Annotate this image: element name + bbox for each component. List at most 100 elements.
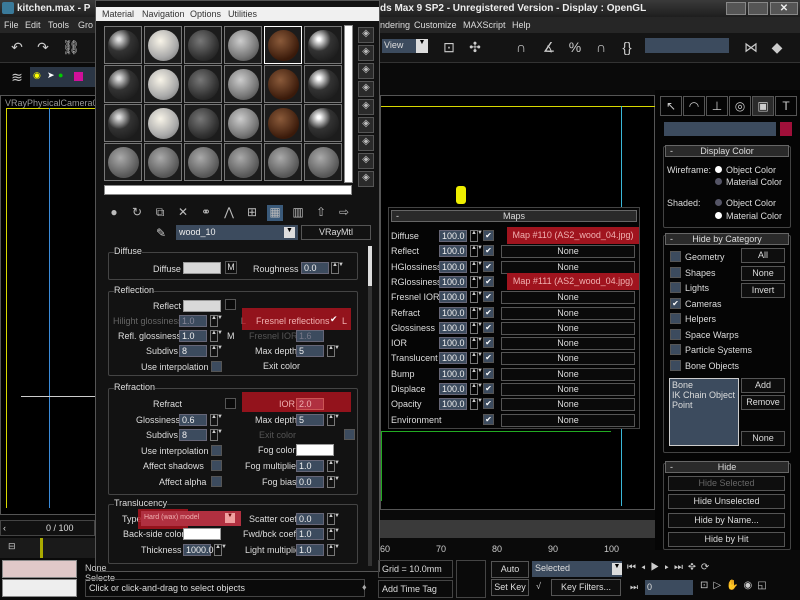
utilities-tab-icon[interactable]: T xyxy=(775,96,797,116)
spinner-arrows[interactable]: ▲▼ xyxy=(327,528,340,540)
chevron-down-icon[interactable]: ▼ xyxy=(284,227,295,238)
sample-slot[interactable] xyxy=(184,104,222,142)
invert-button[interactable]: Invert xyxy=(741,283,785,298)
key-filters-button[interactable]: Key Filters... xyxy=(551,579,621,596)
spinner-arrows[interactable]: ▲▼ xyxy=(470,275,483,288)
menu-rendering[interactable]: ndering xyxy=(380,20,410,30)
map-amount-spinner[interactable]: 100.0 xyxy=(439,337,467,350)
add-button[interactable]: Add xyxy=(741,378,785,393)
default-tangent-icon[interactable]: √ xyxy=(536,581,541,591)
track-bar[interactable] xyxy=(380,520,655,538)
refl-gloss-map-button[interactable]: M xyxy=(227,331,235,341)
chevron-down-icon[interactable]: ▼ xyxy=(416,39,428,53)
map-amount-spinner[interactable]: 100.0 xyxy=(439,245,467,258)
sample-slot[interactable] xyxy=(264,104,302,142)
spinner-arrows[interactable]: ▲▼ xyxy=(210,330,223,342)
sample-slot[interactable] xyxy=(224,143,262,181)
sample-slot[interactable] xyxy=(104,65,142,103)
play-icon[interactable]: ▶ xyxy=(651,562,665,573)
map-amount-spinner[interactable]: 100.0 xyxy=(439,230,467,242)
eyedropper-icon[interactable]: ✎ xyxy=(156,226,166,240)
sample-slot[interactable] xyxy=(224,65,262,103)
spinner-arrows[interactable]: ▲▼ xyxy=(470,306,483,319)
refl-gloss-spinner[interactable]: 1.0 xyxy=(179,330,207,342)
light-object[interactable] xyxy=(456,186,466,204)
map-enable-checkbox[interactable]: ✔ xyxy=(483,245,494,257)
light-multiplier-spinner[interactable]: 1.0 xyxy=(296,544,324,556)
refr-max-depth-spinner[interactable]: 5 xyxy=(296,414,324,426)
spinner-arrows[interactable]: ▲▼ xyxy=(470,383,483,395)
map-amount-spinner[interactable]: 100.0 xyxy=(439,398,467,411)
fog-color-swatch[interactable] xyxy=(296,444,334,456)
hide-unselected-button[interactable]: Hide Unselected xyxy=(668,494,785,509)
spinner-snap-icon[interactable]: ∩ xyxy=(592,39,610,57)
map-enable-checkbox[interactable]: ✔ xyxy=(483,275,494,287)
map-amount-spinner[interactable]: 100.0 xyxy=(439,291,467,304)
video-check-icon[interactable]: ◈ xyxy=(358,99,374,115)
map-amount-spinner[interactable]: 100.0 xyxy=(439,352,467,365)
refract-color-swatch[interactable] xyxy=(225,398,236,409)
spinner-arrows[interactable]: ▲▼ xyxy=(327,513,340,525)
chevron-left-icon[interactable]: ‹ xyxy=(3,523,6,533)
menu-tools[interactable]: Tools xyxy=(48,20,69,30)
hide-by-category-header[interactable]: - Hide by Category xyxy=(665,233,789,245)
spinner-arrows[interactable]: ▲▼ xyxy=(470,291,483,304)
link-icon[interactable]: ⛓ xyxy=(62,39,80,57)
spinner-arrows[interactable]: ▲▼ xyxy=(331,262,344,274)
sample-type-icon[interactable]: ◈ xyxy=(358,27,374,43)
microphone-icon[interactable]: ♦ xyxy=(362,582,367,592)
params-scrollbar[interactable] xyxy=(368,246,372,566)
map-slot-button[interactable]: None xyxy=(501,398,635,412)
scatter-coeff-spinner[interactable]: 0.0 xyxy=(296,513,324,525)
lock-selection-slot[interactable] xyxy=(456,560,486,598)
menu-navigation[interactable]: Navigation xyxy=(142,9,185,19)
sample-slot[interactable] xyxy=(304,104,342,142)
menu-options[interactable]: Options xyxy=(190,9,221,19)
none-button[interactable]: None xyxy=(741,266,785,281)
viewport-label[interactable]: VRayPhysicalCamera02 xyxy=(5,98,103,108)
spinner-arrows[interactable]: ▲▼ xyxy=(210,414,223,426)
all-button[interactable]: All xyxy=(741,248,785,263)
time-slider[interactable]: ‹ 0 / 100 xyxy=(0,520,95,536)
reflect-map-button[interactable] xyxy=(225,299,236,310)
prev-frame-icon[interactable]: ◂ xyxy=(641,562,651,573)
put-to-scene-icon[interactable]: ↻ xyxy=(129,205,145,221)
spinner-arrows[interactable]: ▲▼ xyxy=(327,414,340,426)
hilight-gloss-spinner[interactable]: 1.0 xyxy=(179,315,207,327)
options-icon[interactable]: ◈ xyxy=(358,135,374,151)
shaded-material-color-radio[interactable] xyxy=(715,212,722,219)
menu-file[interactable]: File xyxy=(4,20,19,30)
angle-snap-icon[interactable]: ∡ xyxy=(540,39,558,57)
sample-slot[interactable] xyxy=(264,65,302,103)
diffuse-color-swatch[interactable] xyxy=(183,262,221,274)
map-slot-button[interactable]: None xyxy=(501,413,635,427)
current-frame-field[interactable]: 0 xyxy=(645,580,693,595)
spinner-arrows[interactable]: ▲▼ xyxy=(210,345,223,357)
orbit-icon[interactable]: ⟳ xyxy=(701,562,714,573)
map-slot-button[interactable]: None xyxy=(501,306,635,320)
remove-button[interactable]: Remove xyxy=(741,395,785,410)
spinner-arrows[interactable]: ▲▼ xyxy=(470,245,483,258)
list-item[interactable]: Point xyxy=(672,400,736,410)
motion-tab-icon[interactable]: ◎ xyxy=(729,96,751,116)
map-slot-button[interactable]: None xyxy=(501,383,635,396)
material-type-button[interactable]: VRayMtl xyxy=(301,225,371,240)
sample-slot[interactable] xyxy=(184,143,222,181)
map-amount-spinner[interactable]: 100.0 xyxy=(439,260,467,273)
sample-slot[interactable] xyxy=(304,143,342,181)
modify-tab-icon[interactable]: ◠ xyxy=(683,96,705,116)
category-checkbox[interactable] xyxy=(670,251,681,262)
sample-slot[interactable] xyxy=(104,26,142,64)
select-by-material-icon[interactable]: ◈ xyxy=(358,153,374,169)
menu-material[interactable]: Material xyxy=(102,9,134,19)
reflect-color-swatch[interactable] xyxy=(183,300,221,312)
map-amount-spinner[interactable]: 100.0 xyxy=(439,383,467,395)
spinner-arrows[interactable]: ▲▼ xyxy=(210,429,223,441)
sample-slot[interactable] xyxy=(144,26,182,64)
sample-slot[interactable] xyxy=(224,26,262,64)
material-effects-channel-icon[interactable]: ⊞ xyxy=(244,205,260,221)
spinner-arrows[interactable]: ▲▼ xyxy=(214,544,227,556)
delete-icon[interactable]: ✕ xyxy=(175,205,191,221)
map-enable-checkbox[interactable]: ✔ xyxy=(483,398,494,410)
ior-spinner[interactable]: 2.0 xyxy=(296,398,324,410)
